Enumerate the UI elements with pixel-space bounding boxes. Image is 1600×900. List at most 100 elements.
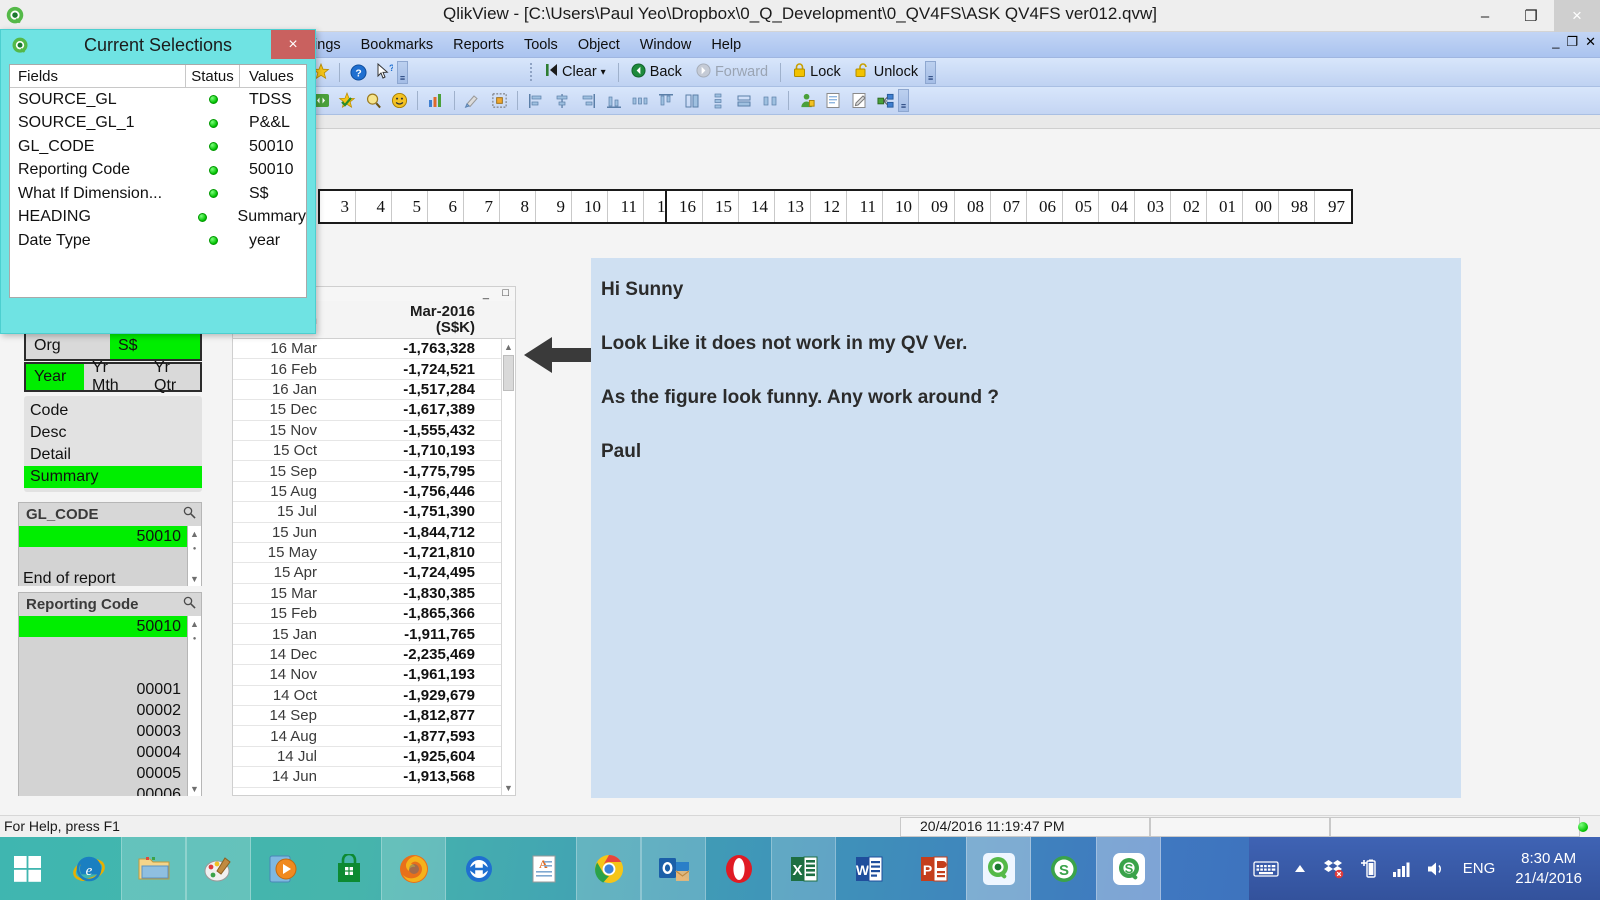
heading-item-detail[interactable]: Detail bbox=[24, 444, 202, 466]
header-fields[interactable]: Fields bbox=[10, 65, 186, 87]
table-row[interactable]: 15 Jan -1,911,765 bbox=[233, 624, 515, 645]
month-cell-3[interactable]: 3 bbox=[320, 191, 356, 222]
scroll-thumb-dot-icon[interactable]: ● bbox=[188, 542, 201, 555]
distribute-horizontal-icon[interactable] bbox=[628, 89, 652, 112]
month-cell-8[interactable]: 8 bbox=[500, 191, 536, 222]
search-icon[interactable] bbox=[183, 506, 196, 523]
table-scrollbar[interactable]: ▲ ▼ bbox=[501, 339, 515, 795]
header-values[interactable]: Values bbox=[240, 65, 306, 87]
gl-code-item-50010[interactable]: 50010 bbox=[19, 526, 187, 547]
current-selection-row[interactable]: Date Type year bbox=[10, 229, 306, 253]
search-icon[interactable] bbox=[183, 596, 196, 613]
keyboard-icon[interactable] bbox=[1249, 837, 1283, 900]
table-cell-period[interactable]: 16 Jan bbox=[233, 380, 323, 399]
heading-listbox[interactable]: Code Desc Detail Summary bbox=[24, 396, 202, 492]
edit-script-icon[interactable] bbox=[847, 89, 871, 112]
document-restore-button[interactable]: ❐ bbox=[1566, 35, 1578, 49]
window-restore-button[interactable]: ❐ bbox=[1508, 0, 1554, 32]
heading-item-desc[interactable]: Desc bbox=[24, 422, 202, 444]
reporting-code-listbox[interactable]: Reporting Code 50010 00001 00002 00003 00004… bbox=[18, 592, 202, 796]
year-cell-12[interactable]: 12 bbox=[811, 191, 847, 222]
selection-toolbar-overflow-button[interactable]: ≡ bbox=[925, 60, 937, 84]
year-cell-07[interactable]: 07 bbox=[991, 191, 1027, 222]
scroll-thumb-dot-icon[interactable]: ● bbox=[188, 632, 201, 645]
align-right-icon[interactable] bbox=[576, 89, 600, 112]
table-cell-value[interactable]: -1,929,679 bbox=[323, 686, 483, 705]
table-row[interactable]: 14 Dec -2,235,469 bbox=[233, 645, 515, 666]
table-row[interactable]: 14 Nov -1,961,193 bbox=[233, 665, 515, 686]
clock[interactable]: 8:30 AM 21/4/2016 bbox=[1505, 849, 1592, 889]
reporting-code-item-00002[interactable]: 00002 bbox=[19, 700, 187, 721]
table-row[interactable]: 15 Dec -1,617,389 bbox=[233, 400, 515, 421]
year-cell-05[interactable]: 05 bbox=[1063, 191, 1099, 222]
month-cell-7[interactable]: 7 bbox=[464, 191, 500, 222]
month-selector-strip[interactable]: 3456789101112 bbox=[318, 189, 682, 224]
taskbar-chrome[interactable] bbox=[576, 837, 641, 900]
smiley-icon[interactable] bbox=[387, 89, 411, 112]
date-button-yr-mth[interactable]: Yr Mth bbox=[84, 359, 146, 394]
current-selections-close-button[interactable]: × bbox=[271, 30, 315, 59]
table-cell-value[interactable]: -1,724,521 bbox=[323, 359, 483, 378]
table-cell-period[interactable]: 16 Mar bbox=[233, 339, 323, 358]
month-cell-4[interactable]: 4 bbox=[356, 191, 392, 222]
table-row[interactable]: 14 Jun -1,913,568 bbox=[233, 767, 515, 788]
month-cell-10[interactable]: 10 bbox=[572, 191, 608, 222]
document-close-button[interactable]: ✕ bbox=[1585, 35, 1596, 49]
table-row[interactable]: 16 Feb -1,724,521 bbox=[233, 359, 515, 380]
design-grid-icon[interactable] bbox=[487, 89, 511, 112]
align-center-icon[interactable] bbox=[550, 89, 574, 112]
table-cell-period[interactable]: 14 Jul bbox=[233, 747, 323, 766]
taskbar-paint[interactable] bbox=[186, 837, 251, 900]
table-row[interactable]: 14 Aug -1,877,593 bbox=[233, 726, 515, 747]
table-cell-value[interactable]: -1,555,432 bbox=[323, 421, 483, 440]
date-button-year[interactable]: Year bbox=[26, 364, 84, 390]
header-status[interactable]: Status bbox=[186, 65, 240, 87]
pivot-table-object[interactable]: _ □ h Mar-2016 (S$K) 16 Mar-1,763,32816 … bbox=[232, 286, 516, 796]
month-cell-11[interactable]: 11 bbox=[608, 191, 644, 222]
org-button-org[interactable]: Org bbox=[26, 333, 110, 359]
scroll-up-arrow-icon[interactable]: ▲ bbox=[188, 617, 201, 630]
year-cell-09[interactable]: 09 bbox=[919, 191, 955, 222]
lock-button[interactable]: Lock bbox=[786, 62, 848, 83]
table-row[interactable]: 15 Oct -1,710,193 bbox=[233, 441, 515, 462]
year-cell-11[interactable]: 11 bbox=[847, 191, 883, 222]
reporting-code-item-00003[interactable]: 00003 bbox=[19, 721, 187, 742]
align-left-icon[interactable] bbox=[524, 89, 548, 112]
year-cell-10[interactable]: 10 bbox=[883, 191, 919, 222]
year-cell-15[interactable]: 15 bbox=[703, 191, 739, 222]
table-cell-value[interactable]: -1,617,389 bbox=[323, 400, 483, 419]
table-cell-period[interactable]: 15 May bbox=[233, 543, 323, 562]
table-cell-value[interactable]: -1,751,390 bbox=[323, 502, 483, 521]
current-selection-row[interactable]: SOURCE_GL TDSS bbox=[10, 88, 306, 112]
clear-dropdown-caret[interactable]: ▾ bbox=[601, 67, 606, 78]
table-cell-period[interactable]: 15 Feb bbox=[233, 604, 323, 623]
taskbar-media-player[interactable] bbox=[251, 837, 316, 900]
table-row[interactable]: 15 Sep -1,775,795 bbox=[233, 461, 515, 482]
table-minimize-button[interactable]: _ bbox=[483, 289, 489, 300]
current-selections-titlebar[interactable]: Current Selections × bbox=[1, 30, 315, 62]
gl-code-listbox[interactable]: GL_CODE 50010 End of report ▲ ● ▼ bbox=[18, 502, 202, 586]
menu-item-help[interactable]: Help bbox=[701, 35, 751, 55]
year-cell-02[interactable]: 02 bbox=[1171, 191, 1207, 222]
context-help-cursor-icon[interactable]: ? bbox=[372, 61, 396, 84]
taskbar-firefox[interactable] bbox=[381, 837, 446, 900]
forward-button[interactable]: Forward bbox=[689, 62, 775, 83]
table-cell-value[interactable]: -1,517,284 bbox=[323, 380, 483, 399]
table-cell-period[interactable]: 14 Oct bbox=[233, 686, 323, 705]
reporting-code-item-00006[interactable]: 00006 bbox=[19, 784, 187, 797]
table-cell-value[interactable]: -1,865,366 bbox=[323, 604, 483, 623]
show-hidden-icons-button[interactable] bbox=[1283, 837, 1317, 900]
taskbar-powerpoint[interactable]: P bbox=[901, 837, 966, 900]
help-icon[interactable]: ? bbox=[346, 61, 370, 84]
table-cell-period[interactable]: 15 Dec bbox=[233, 400, 323, 419]
table-cell-value[interactable]: -1,925,604 bbox=[323, 747, 483, 766]
menu-item-tools[interactable]: Tools bbox=[514, 35, 568, 55]
scroll-up-arrow-icon[interactable]: ▲ bbox=[502, 340, 515, 353]
table-row[interactable]: 15 Nov -1,555,432 bbox=[233, 421, 515, 441]
current-selection-row[interactable]: Reporting Code 50010 bbox=[10, 159, 306, 183]
table-cell-value[interactable]: -1,844,712 bbox=[323, 523, 483, 542]
table-cell-period[interactable]: 15 Jun bbox=[233, 523, 323, 542]
taskbar-internet-explorer[interactable]: e bbox=[56, 837, 121, 900]
reporting-code-scrollbar[interactable]: ▲ ● ▼ bbox=[187, 616, 201, 796]
year-cell-13[interactable]: 13 bbox=[775, 191, 811, 222]
